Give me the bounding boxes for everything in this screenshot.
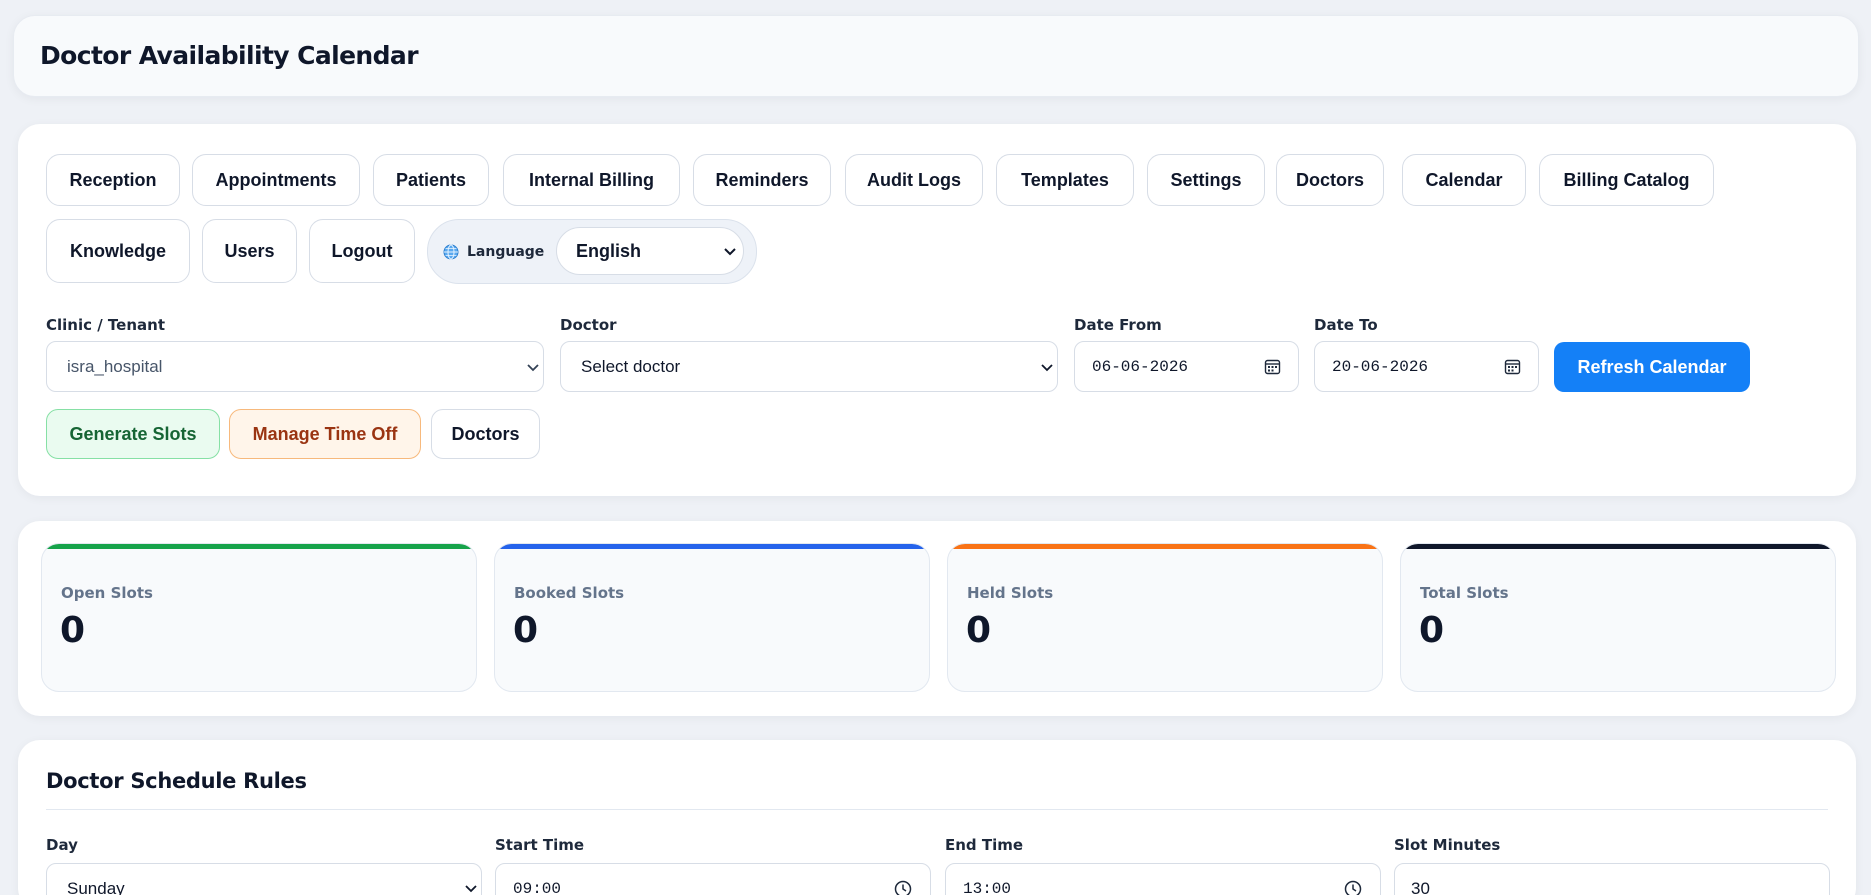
chevron-down-icon bbox=[465, 885, 477, 893]
nav-reception[interactable]: Reception bbox=[46, 154, 180, 206]
end-time-value: 13:00 bbox=[963, 880, 1012, 895]
schedule-rules-panel: Doctor Schedule Rules Day Sunday Start T… bbox=[18, 740, 1856, 895]
language-label: Language bbox=[467, 244, 545, 260]
manage-time-off-button[interactable]: Manage Time Off bbox=[229, 409, 421, 459]
nav-reminders[interactable]: Reminders bbox=[693, 154, 831, 206]
doctor-select[interactable]: Select doctor bbox=[560, 341, 1058, 392]
calendar-icon[interactable] bbox=[1264, 358, 1281, 375]
navigation-panel: Reception Appointments Patients Internal… bbox=[18, 124, 1856, 496]
generate-slots-button[interactable]: Generate Slots bbox=[46, 409, 220, 459]
page-header: Doctor Availability Calendar bbox=[13, 15, 1859, 97]
stat-card-booked: Booked Slots 0 bbox=[494, 543, 930, 692]
language-select[interactable]: English bbox=[556, 227, 744, 275]
clinic-label: Clinic / Tenant bbox=[46, 316, 165, 334]
refresh-calendar-button[interactable]: Refresh Calendar bbox=[1554, 342, 1750, 392]
nav-doctors[interactable]: Doctors bbox=[1276, 154, 1384, 206]
date-to-label: Date To bbox=[1314, 316, 1378, 334]
globe-icon bbox=[443, 244, 459, 260]
day-label: Day bbox=[46, 836, 78, 854]
stat-card-total: Total Slots 0 bbox=[1400, 543, 1836, 692]
stat-card-open: Open Slots 0 bbox=[41, 543, 477, 692]
stat-label: Open Slots bbox=[61, 584, 153, 602]
nav-internal-billing[interactable]: Internal Billing bbox=[503, 154, 680, 206]
stat-value: 0 bbox=[1419, 610, 1445, 651]
day-value: Sunday bbox=[67, 879, 125, 895]
clinic-select[interactable]: isra_hospital bbox=[46, 341, 544, 392]
nav-audit-logs[interactable]: Audit Logs bbox=[845, 154, 983, 206]
stat-card-held: Held Slots 0 bbox=[947, 543, 1383, 692]
stat-accent-bar bbox=[42, 544, 476, 549]
date-to-input[interactable]: 20-06-2026 bbox=[1314, 341, 1539, 392]
doctor-label: Doctor bbox=[560, 316, 617, 334]
language-value: English bbox=[576, 241, 642, 261]
stat-accent-bar bbox=[495, 544, 929, 549]
start-time-label: Start Time bbox=[495, 836, 585, 854]
nav-knowledge[interactable]: Knowledge bbox=[46, 219, 190, 283]
date-to-value: 20-06-2026 bbox=[1332, 358, 1429, 376]
nav-logout[interactable]: Logout bbox=[309, 219, 415, 283]
calendar-icon[interactable] bbox=[1504, 358, 1521, 375]
day-select[interactable]: Sunday bbox=[46, 863, 482, 895]
nav-billing-catalog[interactable]: Billing Catalog bbox=[1539, 154, 1714, 206]
divider bbox=[46, 809, 1828, 810]
doctors-button[interactable]: Doctors bbox=[431, 409, 540, 459]
end-time-label: End Time bbox=[945, 836, 1024, 854]
stat-label: Held Slots bbox=[967, 584, 1054, 602]
nav-settings[interactable]: Settings bbox=[1147, 154, 1265, 206]
clinic-value: isra_hospital bbox=[67, 357, 163, 376]
slot-stats-panel: Open Slots 0 Booked Slots 0 Held Slots 0… bbox=[18, 521, 1856, 716]
language-switcher: Language English bbox=[427, 219, 757, 284]
nav-templates[interactable]: Templates bbox=[996, 154, 1134, 206]
slot-minutes-value: 30 bbox=[1411, 879, 1430, 895]
page-title: Doctor Availability Calendar bbox=[40, 41, 419, 70]
slot-minutes-label: Slot Minutes bbox=[1394, 836, 1501, 854]
stat-label: Booked Slots bbox=[514, 584, 625, 602]
chevron-down-icon bbox=[724, 248, 736, 256]
stat-label: Total Slots bbox=[1420, 584, 1509, 602]
nav-appointments[interactable]: Appointments bbox=[192, 154, 360, 206]
stat-accent-bar bbox=[1401, 544, 1835, 549]
stat-accent-bar bbox=[948, 544, 1382, 549]
nav-patients[interactable]: Patients bbox=[373, 154, 489, 206]
nav-users[interactable]: Users bbox=[202, 219, 297, 283]
nav-calendar[interactable]: Calendar bbox=[1402, 154, 1526, 206]
start-time-input[interactable]: 09:00 bbox=[495, 863, 931, 895]
stat-value: 0 bbox=[60, 610, 86, 651]
date-from-label: Date From bbox=[1074, 316, 1162, 334]
date-from-value: 06-06-2026 bbox=[1092, 358, 1189, 376]
clock-icon[interactable] bbox=[894, 880, 912, 895]
stat-value: 0 bbox=[513, 610, 539, 651]
section-title: Doctor Schedule Rules bbox=[46, 769, 307, 793]
start-time-value: 09:00 bbox=[513, 880, 562, 895]
chevron-down-icon bbox=[1041, 364, 1053, 372]
doctor-value: Select doctor bbox=[581, 357, 681, 376]
clock-icon[interactable] bbox=[1344, 880, 1362, 895]
date-from-input[interactable]: 06-06-2026 bbox=[1074, 341, 1299, 392]
end-time-input[interactable]: 13:00 bbox=[945, 863, 1381, 895]
slot-minutes-input[interactable]: 30 bbox=[1394, 863, 1830, 895]
chevron-down-icon bbox=[527, 364, 539, 372]
stat-value: 0 bbox=[966, 610, 992, 651]
